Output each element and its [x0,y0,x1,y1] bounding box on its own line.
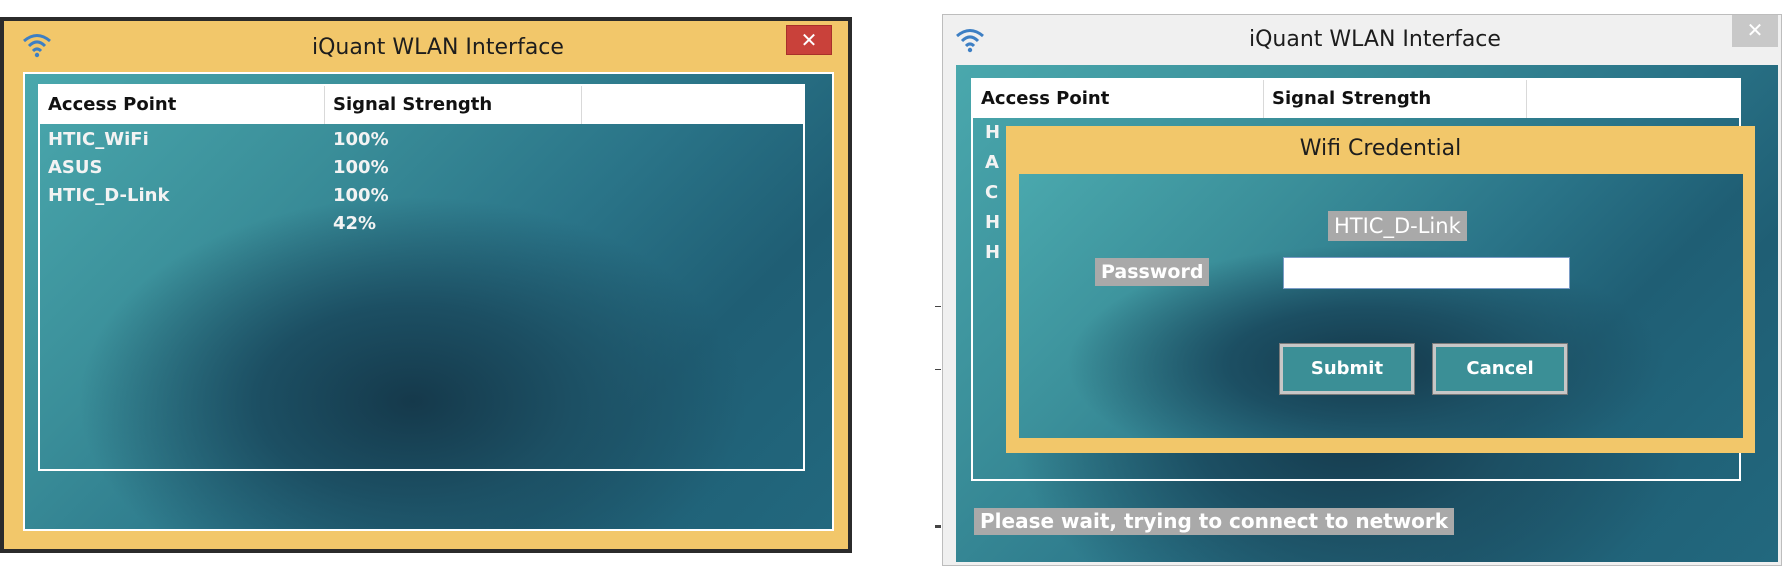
wifi-icon [956,29,984,53]
dialog-title: Wifi Credential [1299,136,1462,161]
list-item-initial[interactable]: H [985,122,1000,143]
list-header: Access Point Signal Strength [40,86,803,124]
column-header-signal-strength[interactable]: Signal Strength [1264,80,1527,118]
list-item[interactable]: HTIC_WiFi 100% [40,126,803,154]
left-window: iQuant WLAN Interface ✕ Access Point Sig… [0,17,852,553]
background-edge-mark [935,525,941,528]
ap-name [40,210,48,238]
list-item-initial[interactable]: H [985,242,1000,263]
wifi-icon [23,34,51,58]
column-header-blank[interactable] [1527,80,1739,118]
background-edge-mark [935,369,941,370]
signal-value: 100% [333,185,389,206]
column-header-access-point[interactable]: Access Point [40,86,325,124]
password-label: Password [1095,258,1210,286]
submit-button[interactable]: Submit [1279,343,1415,395]
left-titlebar[interactable]: iQuant WLAN Interface ✕ [4,21,848,69]
window-title: iQuant WLAN Interface [312,35,564,60]
list-header: Access Point Signal Strength [973,80,1739,118]
column-header-signal-strength[interactable]: Signal Strength [325,86,582,124]
right-window: iQuant WLAN Interface ✕ Access Point Sig… [942,14,1782,566]
cancel-button[interactable]: Cancel [1432,343,1568,395]
ap-name: ASUS [48,157,103,178]
ssid-label: HTIC_D-Link [1328,211,1467,241]
column-header-blank[interactable] [582,86,803,124]
list-item-initial[interactable]: H [985,212,1000,233]
list-item-initial[interactable]: C [985,182,998,203]
column-header-access-point[interactable]: Access Point [973,80,1264,118]
window-title: iQuant WLAN Interface [1249,27,1501,52]
left-client-area: Access Point Signal Strength HTIC_WiFi 1… [23,72,834,531]
right-client-area: Access Point Signal Strength H A C H H W… [956,65,1778,562]
signal-value: 100% [333,129,389,150]
ap-name: HTIC_D-Link [48,185,170,206]
status-message: Please wait, trying to connect to networ… [974,508,1455,535]
password-input[interactable] [1283,257,1570,289]
dialog-client-area: HTIC_D-Link Password Submit Cancel [1019,174,1743,438]
access-point-list[interactable]: Access Point Signal Strength HTIC_WiFi 1… [38,84,805,471]
background-edge-mark [935,306,941,307]
ap-name: HTIC_WiFi [48,129,149,150]
signal-value: 100% [333,157,389,178]
list-item[interactable]: HTIC_D-Link 100% [40,182,803,210]
list-item[interactable]: ASUS 100% [40,154,803,182]
signal-value: 42% [333,213,377,234]
list-item-initial[interactable]: A [985,152,999,173]
close-button[interactable]: ✕ [1732,15,1778,47]
close-button[interactable]: ✕ [786,25,832,55]
list-item[interactable]: 42% [40,210,803,238]
wifi-credential-dialog: Wifi Credential HTIC_D-Link Password Sub… [1006,126,1755,453]
